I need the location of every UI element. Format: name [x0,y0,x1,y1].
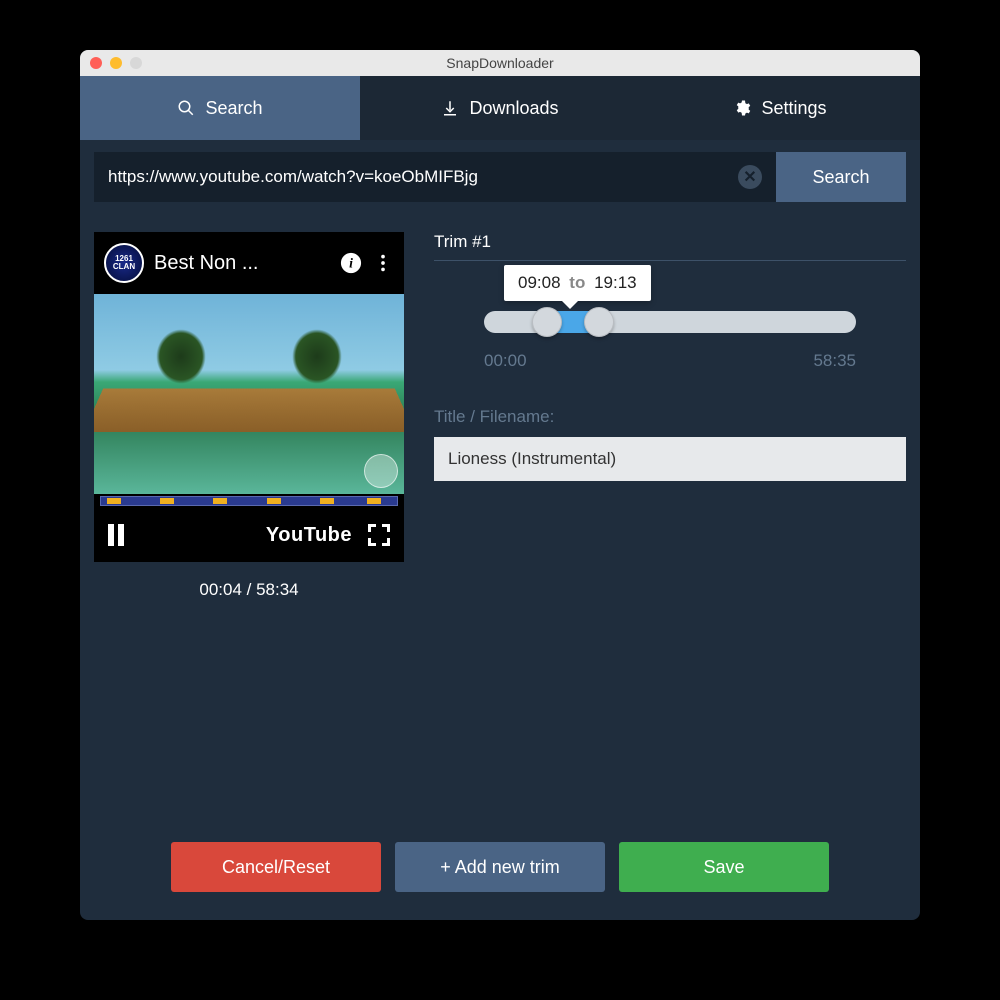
info-icon[interactable]: i [340,252,362,274]
trim-slider-area: 09:08 to 19:13 00:00 58:35 [434,311,906,371]
thumbnail-art [156,329,342,384]
channel-avatar[interactable]: 1261CLAN [104,243,144,283]
tab-search[interactable]: Search [80,76,360,140]
download-icon [441,99,459,117]
footer-actions: Cancel/Reset + Add new trim Save [80,820,920,920]
tab-settings-label: Settings [761,98,826,119]
trim-slider-track[interactable] [484,311,856,333]
search-button[interactable]: Search [776,152,906,202]
svg-text:i: i [349,256,353,271]
search-icon [177,99,195,117]
video-progress[interactable] [94,494,404,508]
tab-downloads-label: Downloads [469,98,558,119]
trim-start-label: 00:00 [484,351,527,371]
video-thumbnail[interactable] [94,294,404,494]
close-icon: ✕ [743,167,756,187]
content-area: 1261CLAN Best Non ... i [80,212,920,820]
trim-panel: Trim #1 09:08 to 19:13 00:00 58:35 Title [434,232,906,820]
app-window: SnapDownloader Search Downloads Settings… [80,50,920,920]
trim-end-label: 58:35 [813,351,856,371]
video-player[interactable]: 1261CLAN Best Non ... i [94,232,404,562]
title-input[interactable] [434,437,906,481]
add-new-trim-button[interactable]: + Add new trim [395,842,605,892]
search-bar: ✕ Search [94,152,906,202]
pause-icon[interactable] [108,524,124,546]
clear-url-button[interactable]: ✕ [738,165,762,189]
player-controls: YouTube [94,508,404,562]
trim-to-label: to [569,273,585,292]
thumbnail-art-ground [94,389,404,432]
video-preview-column: 1261CLAN Best Non ... i [94,232,404,820]
cancel-reset-button[interactable]: Cancel/Reset [171,842,381,892]
trim-handle-end[interactable] [584,307,614,337]
tab-settings[interactable]: Settings [640,76,920,140]
player-header: 1261CLAN Best Non ... i [94,232,404,294]
more-icon[interactable] [372,252,394,274]
url-input-wrap: ✕ [94,152,776,202]
channel-watermark-icon [364,454,398,488]
trim-heading: Trim #1 [434,232,906,261]
main-tabs: Search Downloads Settings [80,76,920,140]
trim-to-value: 19:13 [594,273,637,292]
youtube-logo[interactable]: YouTube [266,524,352,547]
tab-downloads[interactable]: Downloads [360,76,640,140]
video-title: Best Non ... [154,252,330,275]
gear-icon [733,99,751,117]
trim-slider-labels: 00:00 58:35 [484,351,856,371]
fullscreen-icon[interactable] [368,524,390,546]
titlebar: SnapDownloader [80,50,920,76]
trim-from-value: 09:08 [518,273,561,292]
tab-search-label: Search [205,98,262,119]
trim-range-tooltip: 09:08 to 19:13 [504,265,651,301]
window-title: SnapDownloader [80,55,920,71]
title-field-label: Title / Filename: [434,407,906,427]
url-input[interactable] [108,167,738,187]
trim-handle-start[interactable] [532,307,562,337]
save-button[interactable]: Save [619,842,829,892]
video-time-text: 00:04 / 58:34 [94,580,404,600]
